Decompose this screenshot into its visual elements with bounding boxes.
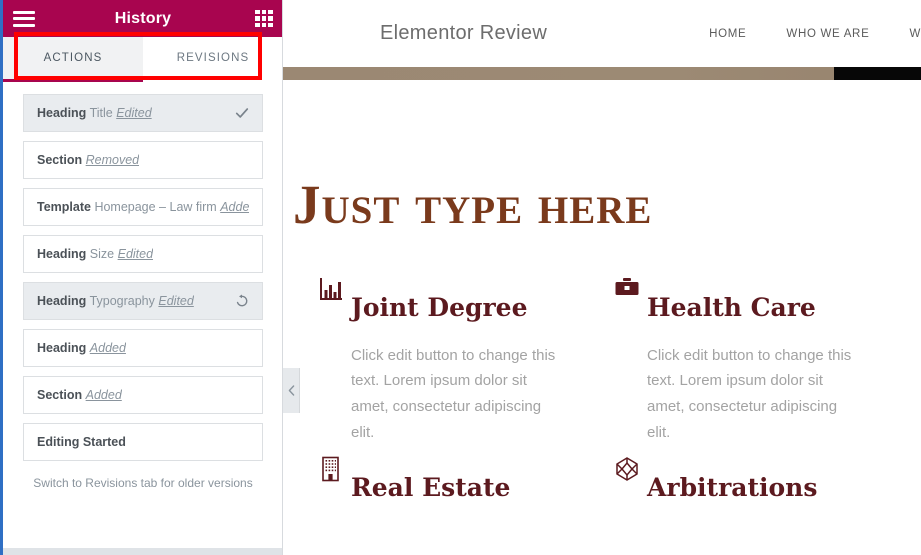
service-title: Real Estate xyxy=(351,472,511,502)
service-text: Click edit button to change this text. L… xyxy=(647,346,852,441)
service-title: Health Care xyxy=(647,293,816,322)
list-item[interactable]: Section Added xyxy=(23,376,263,414)
service-item-health-care[interactable]: Health Care Click edit button to change … xyxy=(589,276,921,456)
history-status: Edited xyxy=(117,247,154,261)
bar-chart-icon xyxy=(318,276,344,302)
page-preview: Elementor Review HOME WHO WE ARE W Just … xyxy=(283,0,921,555)
tab-actions-label: ACTIONS xyxy=(43,52,103,64)
site-logo: Elementor Review xyxy=(380,22,548,44)
service-item-arbitrations[interactable]: Arbitrations xyxy=(589,456,921,533)
history-subtitle: Title xyxy=(89,106,113,120)
nav-item-home[interactable]: HOME xyxy=(709,28,746,40)
list-item[interactable]: Template Homepage – Law firm Added xyxy=(23,188,263,226)
service-title: Joint Degree xyxy=(351,293,528,322)
panel-header: History xyxy=(3,0,283,37)
history-element: Template xyxy=(37,200,91,214)
history-element: Heading xyxy=(37,294,87,308)
service-text: Click edit button to change this text. L… xyxy=(351,346,556,441)
history-element: Heading xyxy=(37,341,87,355)
list-item[interactable]: Heading Size Edited xyxy=(23,235,263,273)
nav-item-who-we-are[interactable]: WHO WE ARE xyxy=(786,28,869,40)
list-item[interactable]: Heading Title Edited xyxy=(23,94,263,132)
panel-tabs: ACTIONS REVISIONS xyxy=(3,37,283,82)
history-subtitle: Typography xyxy=(89,294,155,308)
list-item[interactable]: Editing Started xyxy=(23,423,263,461)
briefcase-icon xyxy=(614,276,640,302)
tab-revisions[interactable]: REVISIONS xyxy=(143,37,283,79)
elementor-editor: History ACTIONS REVISIONS Heading Title … xyxy=(0,0,921,555)
history-element: Heading xyxy=(37,106,87,120)
history-note: Switch to Revisions tab for older versio… xyxy=(33,476,253,490)
history-subtitle: Homepage – Law firm xyxy=(94,200,217,214)
history-status: Edited xyxy=(158,294,194,308)
revert-icon[interactable] xyxy=(235,294,249,308)
history-subtitle: Size xyxy=(89,247,115,261)
site-header: Elementor Review HOME WHO WE ARE W xyxy=(283,0,921,67)
services-grid: Joint Degree Click edit button to change… xyxy=(288,232,921,532)
chevron-left-icon xyxy=(288,385,294,396)
elementor-panel: History ACTIONS REVISIONS Heading Title … xyxy=(3,0,283,555)
panel-title: History xyxy=(114,9,172,27)
page-title: Just type here xyxy=(293,174,653,235)
cube-icon xyxy=(614,456,640,482)
history-list: Heading Title Edited Section Removed Tem… xyxy=(3,82,283,548)
service-text xyxy=(351,501,566,522)
hamburger-icon[interactable] xyxy=(13,10,35,27)
grid-icon[interactable] xyxy=(255,9,273,28)
history-status: Added xyxy=(85,388,122,402)
hero-dark-region xyxy=(834,67,921,80)
history-status: Removed xyxy=(85,153,140,167)
list-item[interactable]: Section Removed xyxy=(23,141,263,179)
history-status: Edited xyxy=(116,106,152,120)
history-status: Added xyxy=(220,200,249,214)
service-text xyxy=(647,501,862,522)
hero-image-strip xyxy=(283,67,921,80)
service-item-real-estate[interactable]: Real Estate xyxy=(293,456,589,533)
building-icon xyxy=(318,456,344,482)
history-element: Section xyxy=(37,388,83,402)
tab-revisions-label: REVISIONS xyxy=(176,52,250,64)
page-content: Just type here Joint Degree Click edit b… xyxy=(283,80,921,532)
panel-collapse-handle[interactable] xyxy=(283,368,300,413)
nav-item-truncated[interactable]: W xyxy=(909,28,921,40)
history-status: Added xyxy=(89,341,126,355)
history-element: Editing Started xyxy=(37,435,126,449)
history-element: Heading xyxy=(37,247,87,261)
hero-tan-region xyxy=(283,67,834,80)
list-item[interactable]: Heading Added xyxy=(23,329,263,367)
service-title: Arbitrations xyxy=(647,472,818,502)
tab-actions[interactable]: ACTIONS xyxy=(3,37,143,82)
site-nav: HOME WHO WE ARE W xyxy=(709,0,921,67)
check-icon xyxy=(235,106,249,120)
panel-footer-area xyxy=(3,548,283,555)
list-item[interactable]: Heading Typography Edited xyxy=(23,282,263,320)
service-item-joint-degree[interactable]: Joint Degree Click edit button to change… xyxy=(293,276,589,456)
history-element: Section xyxy=(37,153,83,167)
